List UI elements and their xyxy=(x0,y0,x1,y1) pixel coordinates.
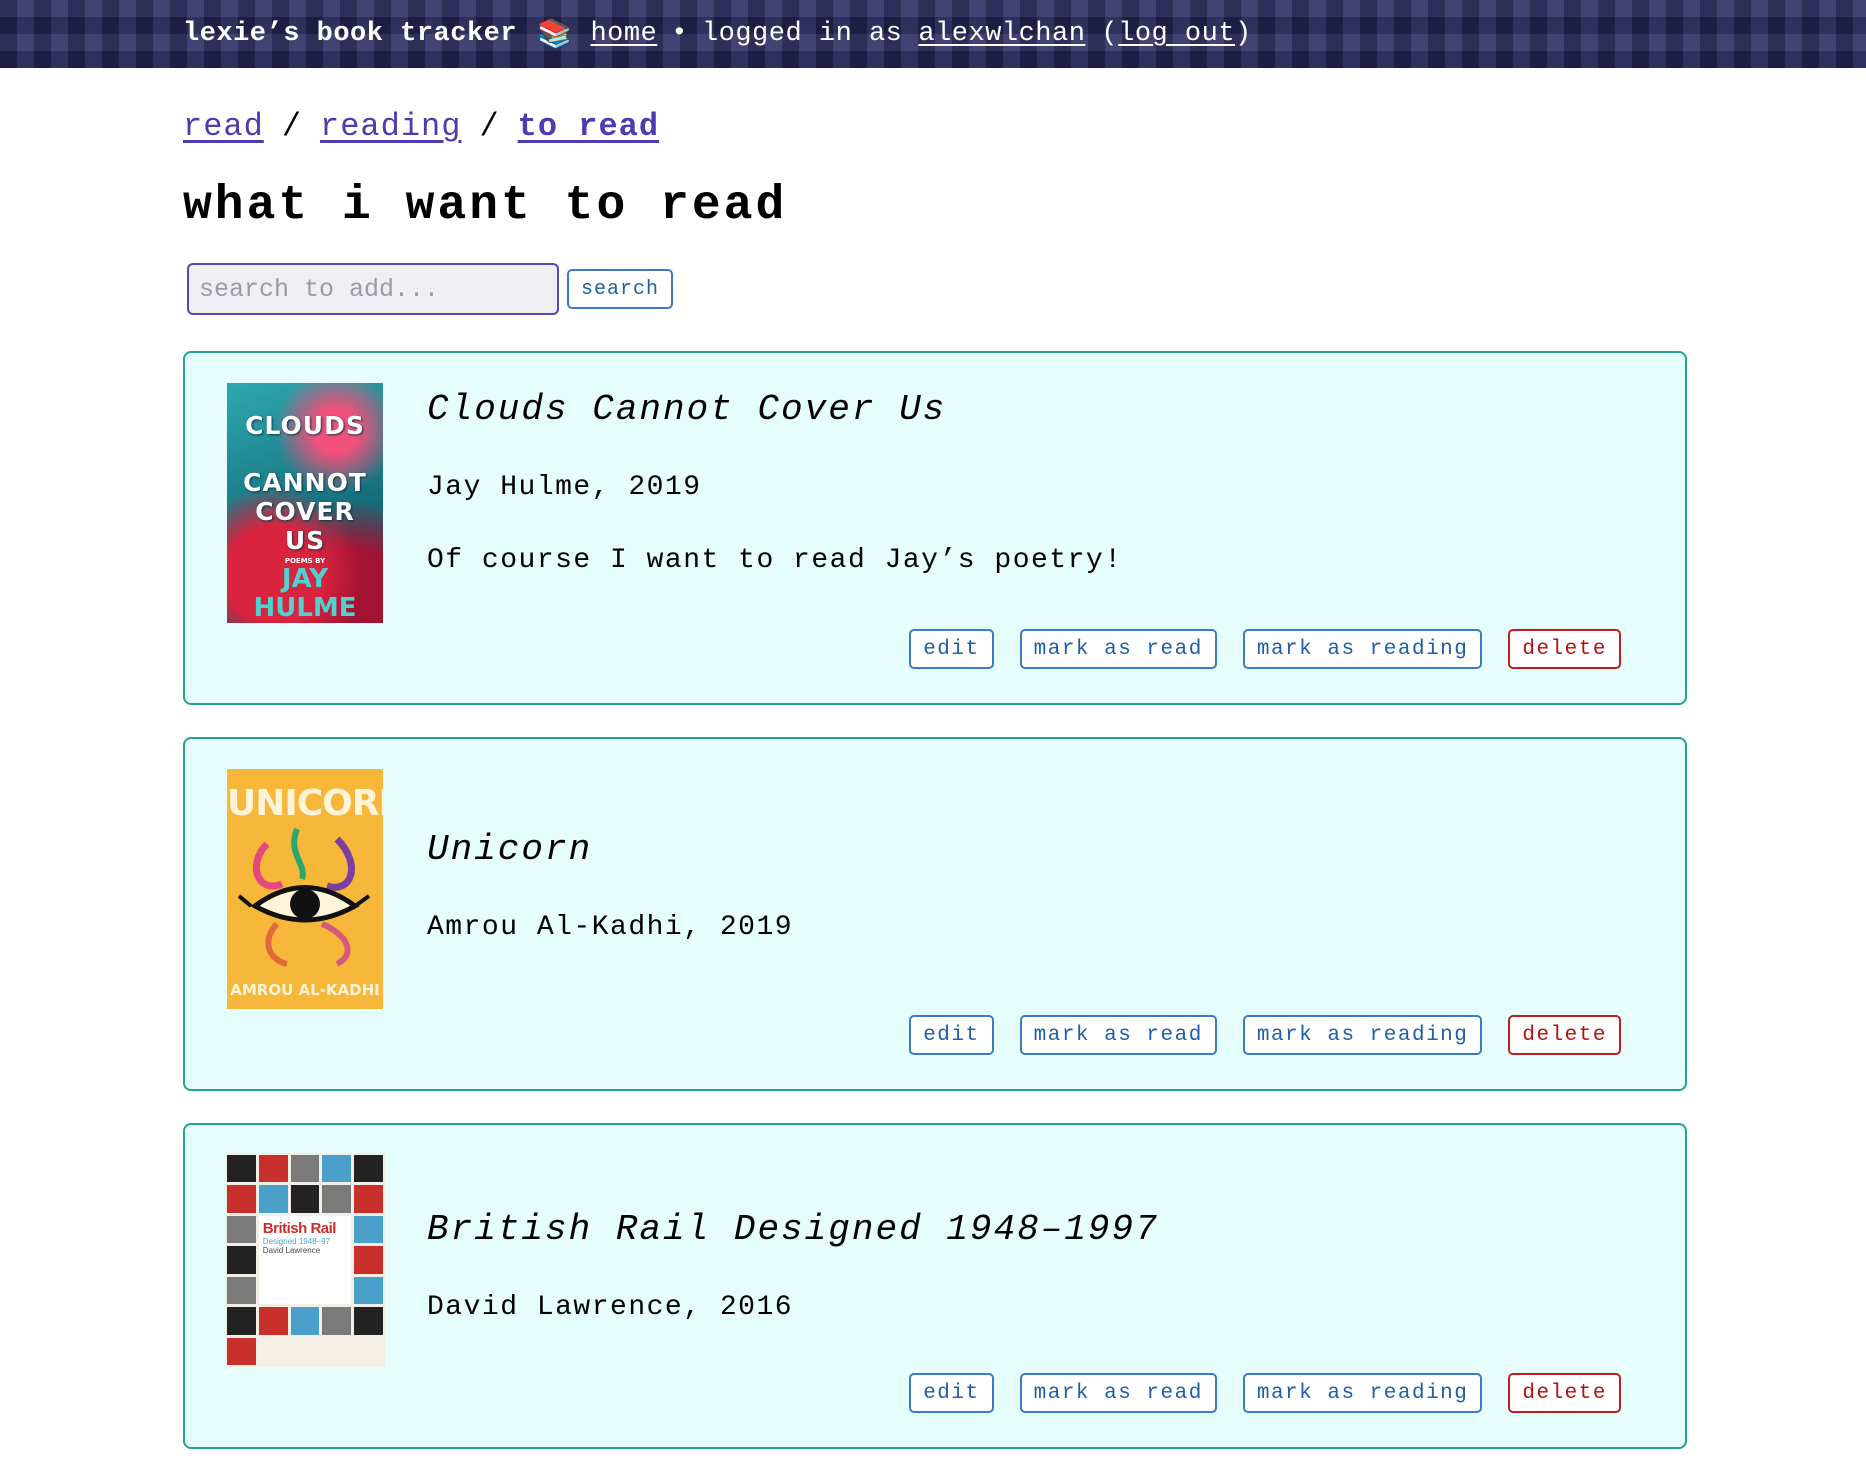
username-link[interactable]: alexwlchan xyxy=(918,19,1085,49)
cover-author: AMROU AL-KADHI xyxy=(230,981,380,999)
cover-label: British Rail Designed 1948–97 David Lawr… xyxy=(258,1215,352,1305)
cover-title-line: CLOUDS xyxy=(245,411,365,440)
cover-author-line: JAY xyxy=(281,564,329,594)
page-title: what i want to read xyxy=(183,179,788,233)
delete-button[interactable]: delete xyxy=(1508,1373,1621,1413)
search-button[interactable]: search xyxy=(567,269,674,309)
mark-as-read-button[interactable]: mark as read xyxy=(1019,1015,1217,1055)
cover-title-line: CANNOT xyxy=(243,468,367,497)
edit-button[interactable]: edit xyxy=(909,1015,994,1055)
mark-as-read-button[interactable]: mark as read xyxy=(1019,1373,1217,1413)
cover-author: David Lawrence xyxy=(262,1245,321,1255)
book-title: Clouds Cannot Cover Us xyxy=(427,389,947,430)
cover-title-line: US xyxy=(284,526,326,555)
cover-author-line: HULME xyxy=(253,593,357,623)
site-title: lexie’s book tracker xyxy=(183,19,518,49)
main-content: read / reading / to read what i want to read… xyxy=(183,68,1687,1481)
breadcrumb-separator: / xyxy=(281,108,303,145)
edit-button[interactable]: edit xyxy=(909,629,994,669)
book-actions: edit mark as read mark as reading delete xyxy=(909,1015,1621,1055)
book-title: Unicorn xyxy=(427,829,593,870)
book-cover-image: British Rail Designed 1948–97 David Lawr… xyxy=(225,1153,385,1367)
logged-in-label: logged in as xyxy=(701,19,903,49)
book-card: CLOUDS CANNOT COVER US POEMS BY JAY HULM… xyxy=(183,351,1687,705)
search-form: search xyxy=(183,263,1687,315)
logout-paren-open: ( xyxy=(1101,19,1119,49)
mark-as-reading-button[interactable]: mark as reading xyxy=(1242,629,1483,669)
breadcrumb-reading-link[interactable]: reading xyxy=(320,108,461,145)
mark-as-reading-button[interactable]: mark as reading xyxy=(1242,1373,1483,1413)
book-title: British Rail Designed 1948–1997 xyxy=(427,1209,1159,1250)
book-author-year: Jay Hulme, 2019 xyxy=(427,472,702,503)
mark-as-reading-button[interactable]: mark as reading xyxy=(1242,1015,1483,1055)
book-info: Clouds Cannot Cover Us Jay Hulme, 2019 O… xyxy=(427,389,1645,576)
cover-subtitle: Designed 1948–97 xyxy=(262,1236,330,1246)
book-card: UNICORN AMROU AL-KADHI Unicorn Amrou Al-… xyxy=(183,737,1687,1091)
cover-title-line: COVER xyxy=(255,497,355,526)
logout-paren-close: ) xyxy=(1235,19,1252,49)
book-note: Of course I want to read Jay’s poetry! xyxy=(427,545,1123,576)
nav-separator: • xyxy=(671,19,688,49)
book-list: CLOUDS CANNOT COVER US POEMS BY JAY HULM… xyxy=(183,351,1687,1449)
book-actions: edit mark as read mark as reading delete xyxy=(909,629,1621,669)
book-actions: edit mark as read mark as reading delete xyxy=(909,1373,1621,1413)
logout-link[interactable]: log out xyxy=(1118,19,1235,49)
eye-artwork xyxy=(237,827,371,967)
delete-button[interactable]: delete xyxy=(1508,1015,1621,1055)
book-info: British Rail Designed 1948–1997 David La… xyxy=(427,1209,1645,1323)
home-link[interactable]: home xyxy=(590,19,657,49)
mark-as-read-button[interactable]: mark as read xyxy=(1019,629,1217,669)
delete-button[interactable]: delete xyxy=(1508,629,1621,669)
top-navigation-bar: lexie’s book tracker 📚 home • logged in … xyxy=(0,0,1866,68)
book-cover-image: UNICORN AMROU AL-KADHI xyxy=(227,769,383,1009)
book-cover-image: CLOUDS CANNOT COVER US POEMS BY JAY HULM… xyxy=(227,383,383,623)
book-author-year: Amrou Al-Kadhi, 2019 xyxy=(427,912,794,943)
breadcrumb-separator: / xyxy=(479,108,500,145)
book-card: British Rail Designed 1948–97 David Lawr… xyxy=(183,1123,1687,1449)
book-info: Unicorn Amrou Al-Kadhi, 2019 xyxy=(427,829,1645,943)
book-author-year: David Lawrence, 2016 xyxy=(427,1292,794,1323)
edit-button[interactable]: edit xyxy=(909,1373,994,1413)
breadcrumb-read-link[interactable]: read xyxy=(183,108,264,145)
breadcrumb-to-read-link[interactable]: to read xyxy=(518,108,659,145)
cover-title: British Rail xyxy=(262,1219,337,1237)
cover-title: UNICORN xyxy=(227,783,383,824)
search-input[interactable] xyxy=(187,263,559,315)
breadcrumb: read / reading / to read xyxy=(183,108,1687,145)
books-icon: 📚 xyxy=(537,20,573,52)
